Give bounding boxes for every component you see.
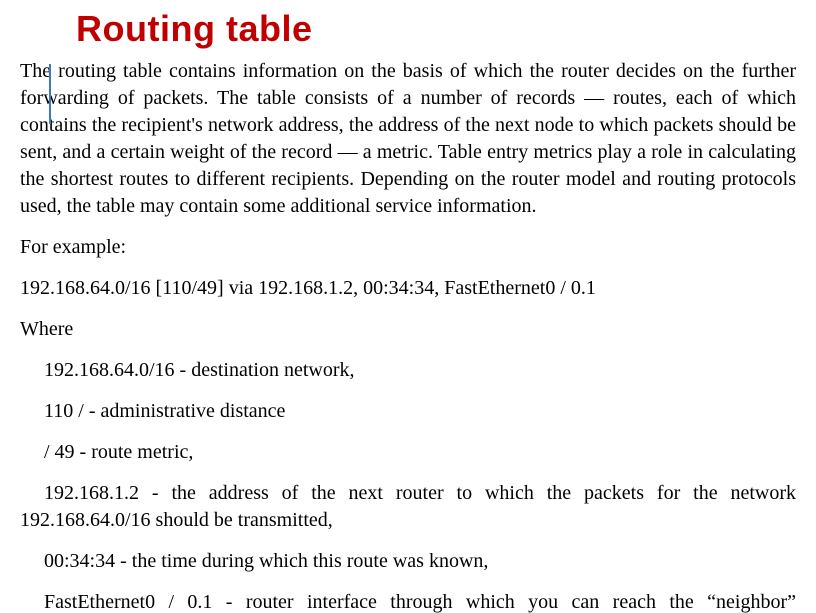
text-cursor-mark — [49, 64, 51, 124]
definition-route-metric: / 49 - route metric, — [20, 439, 796, 466]
definition-time-known: 00:34:34 - the time during which this ro… — [20, 548, 796, 575]
definition-interface: FastEthernet0 / 0.1 - router interface t… — [20, 589, 796, 613]
slide: Routing table The routing table contains… — [0, 0, 816, 613]
where-label: Where — [20, 316, 796, 343]
intro-paragraph: The routing table contains information o… — [20, 58, 796, 220]
page-title: Routing table — [76, 8, 796, 50]
definition-admin-distance: 110 / - administrative distance — [20, 398, 796, 425]
definition-destination-network: 192.168.64.0/16 - destination network, — [20, 357, 796, 384]
example-label: For example: — [20, 234, 796, 261]
example-route-line: 192.168.64.0/16 [110/49] via 192.168.1.2… — [20, 275, 796, 302]
definition-next-router: 192.168.1.2 - the address of the next ro… — [20, 480, 796, 534]
